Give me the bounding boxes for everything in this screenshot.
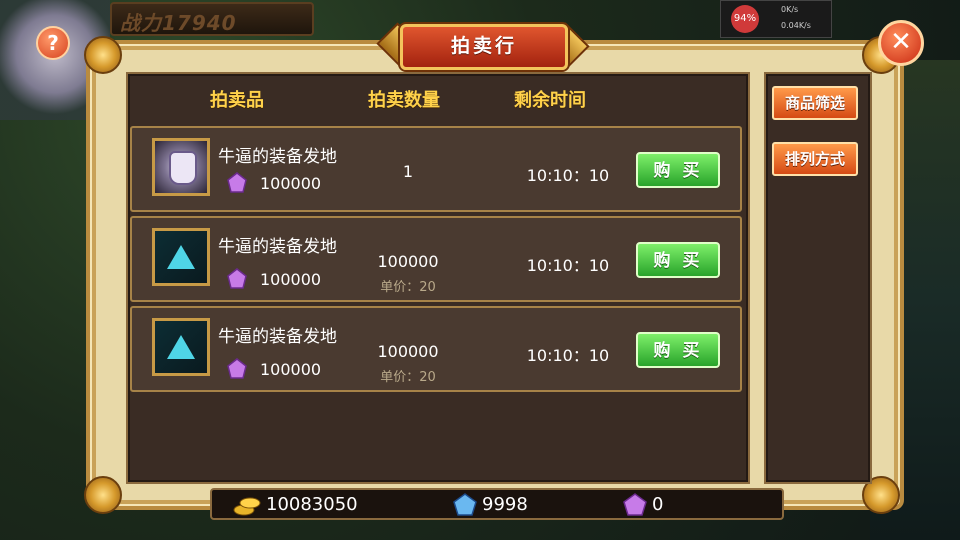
unit-price: 单价：20 (380, 280, 436, 295)
unit-price: 单价：20 (380, 370, 436, 385)
buy-button[interactable]: 购 买 (636, 152, 720, 188)
auction-row[interactable]: 牛逼的装备发地 100000 1 10:10：10 购 买 (130, 126, 742, 212)
auction-row[interactable]: 牛逼的装备发地 100000 100000 单价：20 10:10：10 购 买 (130, 306, 742, 392)
item-price: 100000 (260, 174, 322, 193)
item-time-left: 10:10：10 (526, 256, 610, 275)
item-name: 牛逼的装备发地 (218, 327, 337, 347)
help-button[interactable]: ? (36, 26, 70, 60)
item-quantity: 100000 (377, 342, 439, 361)
purple-gem-icon (227, 268, 247, 289)
blue-gem-amount: 9998 (482, 494, 528, 515)
item-price: 100000 (260, 360, 322, 379)
title-plate: 拍卖行 (400, 24, 568, 70)
column-header-time: 剩余时间 (514, 90, 586, 111)
item-time-left: 10:10：10 (526, 166, 610, 185)
item-quantity: 1 (402, 162, 414, 181)
column-header-item: 拍卖品 (210, 90, 264, 111)
battery-percent: 94% (731, 5, 759, 33)
purple-gem-icon (227, 172, 247, 193)
currency-bar: 10083050 9998 0 (210, 488, 784, 520)
combat-power-text: 战力17940 (120, 11, 237, 35)
blue-gem-icon (453, 493, 477, 516)
gold-amount: 10083050 (266, 494, 358, 515)
download-speed: 0.04K/s (781, 21, 811, 30)
page-title: 拍卖行 (450, 35, 517, 57)
armor-icon[interactable] (152, 138, 210, 196)
purple-gem-icon (623, 493, 647, 516)
buy-button[interactable]: 购 买 (636, 242, 720, 278)
gold-coin-icon (233, 497, 261, 516)
purple-gem-icon (227, 358, 247, 379)
item-quantity: 100000 (377, 252, 439, 271)
crystal-shard-icon[interactable] (152, 228, 210, 286)
item-price: 100000 (260, 270, 322, 289)
close-icon: ✕ (890, 27, 912, 57)
sort-button[interactable]: 排列方式 (772, 142, 858, 176)
network-status: 94% 0K/s 0.04K/s (720, 0, 832, 38)
upload-speed: 0K/s (781, 5, 799, 14)
item-time-left: 10:10：10 (526, 346, 610, 365)
combat-power-display: 战力17940 (110, 2, 314, 36)
frame-corner-ornament (84, 36, 122, 74)
column-header-quantity: 拍卖数量 (368, 90, 440, 111)
close-button[interactable]: ✕ (878, 20, 924, 66)
frame-corner-ornament (84, 476, 122, 514)
filter-button[interactable]: 商品筛选 (772, 86, 858, 120)
auction-row[interactable]: 牛逼的装备发地 100000 100000 单价：20 10:10：10 购 买 (130, 216, 742, 302)
item-name: 牛逼的装备发地 (218, 237, 337, 257)
purple-gem-amount: 0 (652, 494, 664, 515)
buy-button[interactable]: 购 买 (636, 332, 720, 368)
item-name: 牛逼的装备发地 (218, 147, 337, 167)
crystal-shard-icon[interactable] (152, 318, 210, 376)
side-panel (764, 72, 872, 484)
